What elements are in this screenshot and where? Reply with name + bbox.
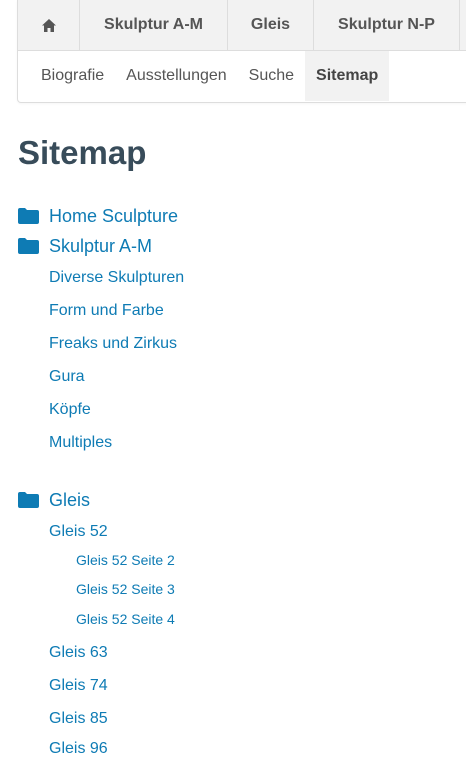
folder-icon xyxy=(18,238,39,254)
subnav-suche[interactable]: Suche xyxy=(238,51,305,101)
sitemap-link-gleis-85[interactable]: Gleis 85 xyxy=(49,710,108,728)
top-nav-bar: Skulptur A-M Gleis Skulptur N-P xyxy=(18,0,466,51)
main-navigation: Skulptur A-M Gleis Skulptur N-P Biografi… xyxy=(17,0,466,103)
page-title: Sitemap xyxy=(18,134,147,171)
sitemap-link-gleis-63[interactable]: Gleis 63 xyxy=(49,644,108,662)
sitemap-link-multiples[interactable]: Multiples xyxy=(49,434,112,452)
sitemap-link-gleis-52[interactable]: Gleis 52 xyxy=(49,523,108,541)
sitemap-link-gleis-52-seite-4[interactable]: Gleis 52 Seite 4 xyxy=(76,611,175,627)
nav-tab-gleis[interactable]: Gleis xyxy=(228,0,314,50)
sitemap-link-gleis-52-seite-3[interactable]: Gleis 52 Seite 3 xyxy=(76,581,175,597)
sitemap-link-home-sculpture[interactable]: Home Sculpture xyxy=(49,206,178,227)
home-icon xyxy=(41,18,56,32)
sitemap-link-koepfe[interactable]: Köpfe xyxy=(49,401,91,419)
folder-icon xyxy=(18,208,39,224)
nav-home-tab[interactable] xyxy=(18,0,80,50)
sub-nav-bar: Biografie Ausstellungen Suche Sitemap xyxy=(18,51,466,101)
nav-tab-skulptur-a-m[interactable]: Skulptur A-M xyxy=(80,0,228,50)
nav-tab-skulptur-n-p[interactable]: Skulptur N-P xyxy=(314,0,460,50)
sitemap-link-gleis[interactable]: Gleis xyxy=(49,490,90,511)
sitemap-link-gleis-96[interactable]: Gleis 96 xyxy=(49,740,108,758)
sitemap-link-form-und-farbe[interactable]: Form und Farbe xyxy=(49,302,164,320)
sitemap-link-gleis-74[interactable]: Gleis 74 xyxy=(49,677,108,695)
subnav-ausstellungen[interactable]: Ausstellungen xyxy=(115,51,238,101)
subnav-biografie[interactable]: Biografie xyxy=(30,51,115,101)
folder-icon xyxy=(18,492,39,508)
sitemap-link-skulptur-a-m[interactable]: Skulptur A-M xyxy=(49,236,152,257)
sitemap-link-diverse-skulpturen[interactable]: Diverse Skulpturen xyxy=(49,269,184,287)
subnav-sitemap[interactable]: Sitemap xyxy=(305,51,390,101)
sitemap-link-gura[interactable]: Gura xyxy=(49,368,85,386)
sitemap-link-gleis-52-seite-2[interactable]: Gleis 52 Seite 2 xyxy=(76,552,175,568)
sitemap-link-freaks-und-zirkus[interactable]: Freaks und Zirkus xyxy=(49,335,177,353)
